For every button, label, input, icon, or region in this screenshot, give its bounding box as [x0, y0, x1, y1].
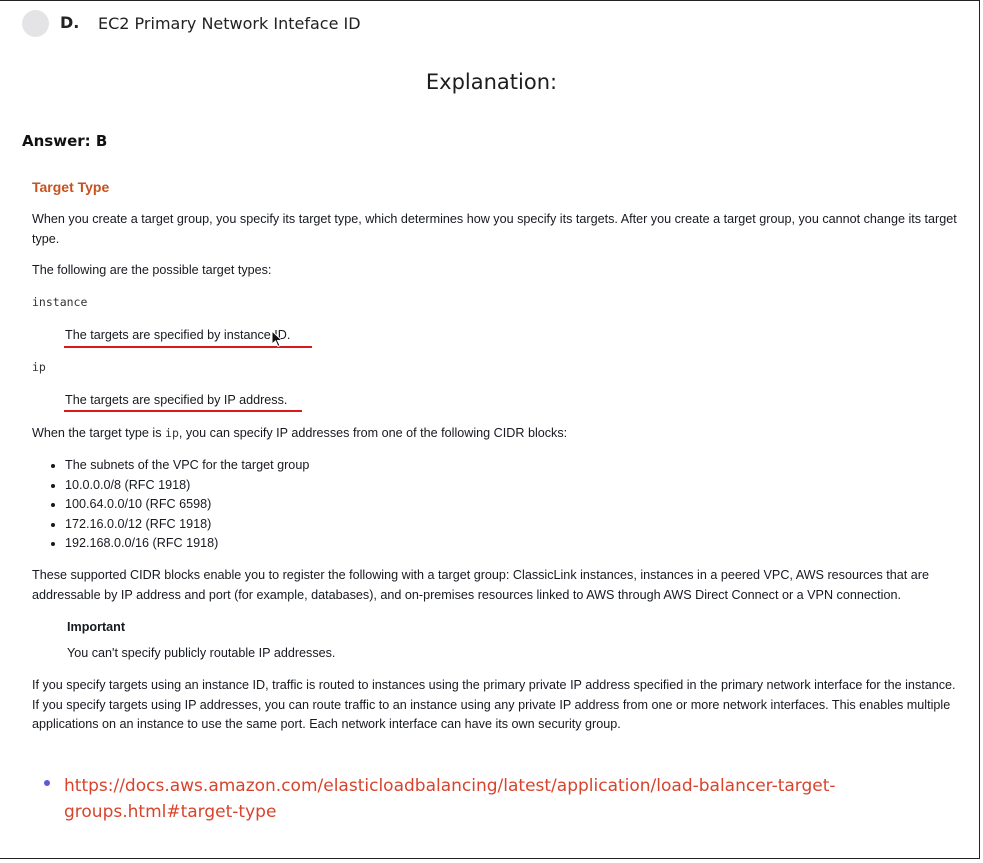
- ip-note: When the target type is ip, you can spec…: [32, 424, 567, 444]
- instance-description: The targets are specified by instance ID…: [65, 328, 291, 342]
- reference-link[interactable]: https://docs.aws.amazon.com/elasticloadb…: [64, 773, 894, 825]
- list-item: 192.168.0.0/16 (RFC 1918): [65, 534, 309, 554]
- ip-note-suffix: , you can specify IP addresses from one …: [178, 426, 568, 440]
- answer-label: Answer: B: [22, 132, 108, 150]
- supported-paragraph: These supported CIDR blocks enable you t…: [32, 568, 929, 602]
- instance-code: instance: [32, 295, 88, 309]
- list-item: 10.0.0.0/8 (RFC 1918): [65, 476, 309, 496]
- important-text: You can't specify publicly routable IP a…: [67, 646, 336, 660]
- list-item: 100.64.0.0/10 (RFC 6598): [65, 495, 309, 515]
- ip-description: The targets are specified by IP address.: [65, 393, 288, 407]
- ip-code: ip: [32, 360, 46, 374]
- option-text: EC2 Primary Network Inteface ID: [98, 14, 361, 33]
- option-letter: D.: [60, 13, 80, 32]
- section-heading: Target Type: [32, 179, 110, 195]
- ip-underline: [64, 410, 302, 412]
- option-radio[interactable]: [22, 10, 49, 37]
- list-item: The subnets of the VPC for the target gr…: [65, 456, 309, 476]
- list-item: 172.16.0.0/12 (RFC 1918): [65, 515, 309, 535]
- possible-types-text: The following are the possible target ty…: [32, 263, 272, 277]
- cidr-list: The subnets of the VPC for the target gr…: [48, 456, 309, 554]
- answer-option-d[interactable]: D. EC2 Primary Network Inteface ID: [22, 10, 361, 37]
- mouse-cursor-icon: [271, 329, 285, 348]
- final-paragraph: If you specify targets using an instance…: [32, 678, 956, 731]
- explanation-title: Explanation:: [425, 70, 558, 94]
- reference-item: https://docs.aws.amazon.com/elasticloadb…: [44, 773, 836, 822]
- intro-paragraph: When you create a target group, you spec…: [32, 212, 957, 246]
- ip-note-code: ip: [165, 426, 179, 440]
- ip-note-prefix: When the target type is: [32, 426, 166, 440]
- important-title: Important: [67, 620, 126, 634]
- bullet-icon: [44, 780, 50, 786]
